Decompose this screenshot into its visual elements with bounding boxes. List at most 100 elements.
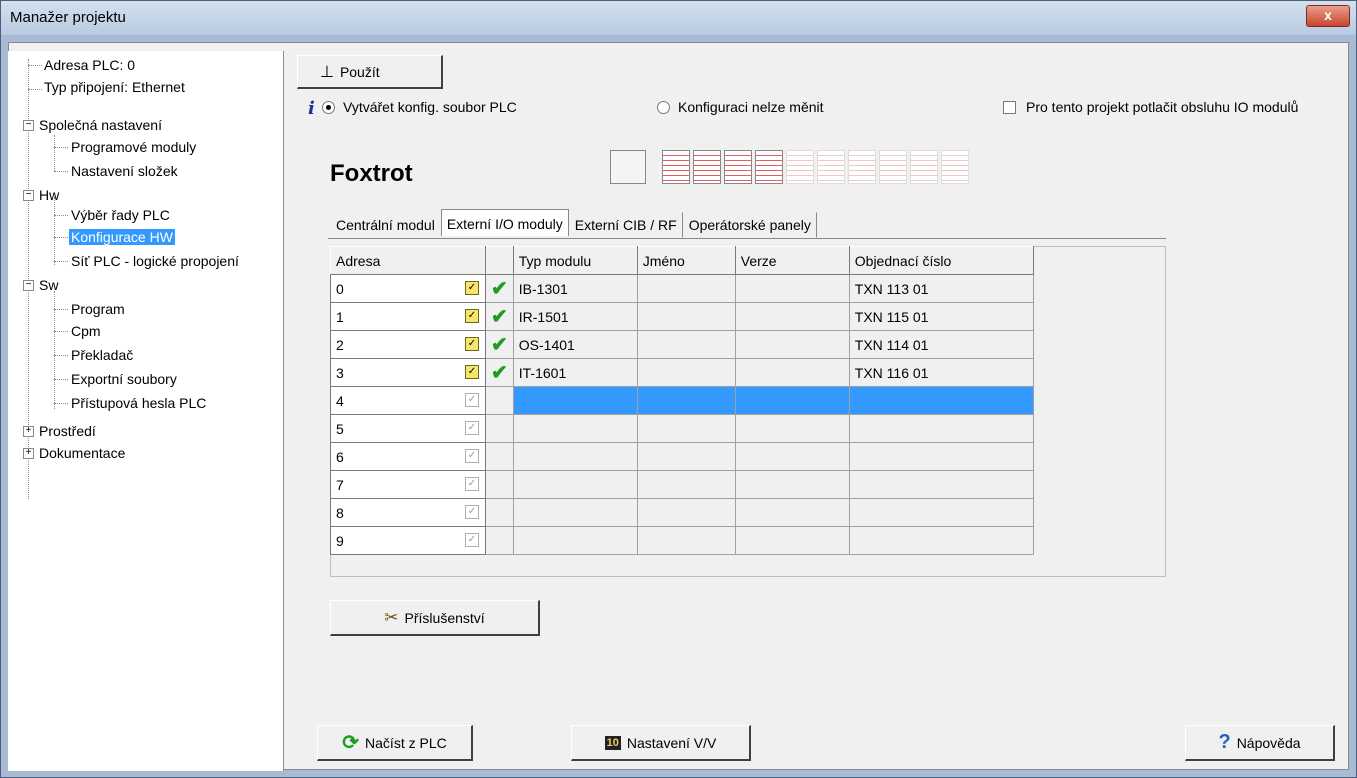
order-number-cell[interactable] xyxy=(848,386,1034,415)
status-cell[interactable] xyxy=(485,386,514,415)
tab-external-cib[interactable]: Externí CIB / RF xyxy=(569,212,683,238)
name-cell[interactable] xyxy=(636,442,736,471)
status-cell[interactable] xyxy=(485,526,514,555)
table-row[interactable]: 3 ✓ ✔ IT-1601 TXN 116 01 xyxy=(330,358,1034,387)
col-name[interactable]: Jméno xyxy=(636,246,736,275)
name-cell[interactable] xyxy=(636,330,736,359)
config-icon[interactable]: ✓ xyxy=(465,505,479,519)
col-version[interactable]: Verze xyxy=(734,246,850,275)
name-cell[interactable] xyxy=(636,526,736,555)
expand-icon[interactable]: + xyxy=(23,426,34,437)
order-number-cell[interactable]: TXN 113 01 xyxy=(848,274,1034,303)
tree-item-common-settings[interactable]: Společná nastavení xyxy=(39,115,162,135)
config-icon[interactable]: ✓ xyxy=(465,449,479,463)
name-cell[interactable] xyxy=(636,470,736,499)
address-cell[interactable]: 3 ✓ xyxy=(330,358,486,387)
tree-item-hw-config[interactable]: Konfigurace HW xyxy=(69,227,175,247)
config-icon[interactable]: ✓ xyxy=(465,337,479,351)
apply-button[interactable]: ⊥ Použít xyxy=(297,55,443,89)
order-number-cell[interactable] xyxy=(848,526,1034,555)
name-cell[interactable] xyxy=(636,274,736,303)
version-cell[interactable] xyxy=(734,470,850,499)
order-number-cell[interactable]: TXN 114 01 xyxy=(848,330,1034,359)
status-cell[interactable] xyxy=(485,498,514,527)
load-from-plc-button[interactable]: ⟳ Načíst z PLC xyxy=(317,725,473,761)
config-icon[interactable]: ✓ xyxy=(465,477,479,491)
version-cell[interactable] xyxy=(734,442,850,471)
status-cell[interactable] xyxy=(485,442,514,471)
status-cell[interactable] xyxy=(485,470,514,499)
module-type-cell[interactable] xyxy=(512,442,638,471)
order-number-cell[interactable] xyxy=(848,470,1034,499)
table-row[interactable]: 4 ✓ xyxy=(330,386,1034,415)
tree-item-compiler[interactable]: Překladač xyxy=(71,345,133,365)
table-row[interactable]: 9 ✓ xyxy=(330,526,1034,555)
version-cell[interactable] xyxy=(734,274,850,303)
collapse-icon[interactable]: − xyxy=(23,280,34,291)
address-cell[interactable]: 4 ✓ xyxy=(330,386,486,415)
name-cell[interactable] xyxy=(636,358,736,387)
name-cell[interactable] xyxy=(636,498,736,527)
radio-create-config[interactable]: Vytvářet konfig. soubor PLC xyxy=(322,99,517,115)
tree-item-connection-type[interactable]: Typ připojení: Ethernet xyxy=(44,79,185,99)
order-number-cell[interactable] xyxy=(848,414,1034,443)
status-cell[interactable]: ✔ xyxy=(485,302,514,331)
order-number-cell[interactable] xyxy=(848,498,1034,527)
config-icon[interactable]: ✓ xyxy=(465,393,479,407)
module-type-cell[interactable] xyxy=(512,498,638,527)
version-cell[interactable] xyxy=(734,526,850,555)
tree-item-program-modules[interactable]: Programové moduly xyxy=(71,137,196,157)
module-type-cell[interactable] xyxy=(512,526,638,555)
name-cell[interactable] xyxy=(636,386,736,415)
module-type-cell[interactable] xyxy=(512,386,638,415)
version-cell[interactable] xyxy=(734,498,850,527)
table-row[interactable]: 8 ✓ xyxy=(330,498,1034,527)
order-number-cell[interactable]: TXN 115 01 xyxy=(848,302,1034,331)
status-cell[interactable] xyxy=(485,414,514,443)
address-cell[interactable]: 8 ✓ xyxy=(330,498,486,527)
col-module-type[interactable]: Typ modulu xyxy=(512,246,638,275)
expand-icon[interactable]: + xyxy=(23,448,34,459)
col-order-number[interactable]: Objednací číslo xyxy=(848,246,1034,275)
version-cell[interactable] xyxy=(734,302,850,331)
tree-item-sw[interactable]: Sw xyxy=(39,275,58,295)
order-number-cell[interactable]: TXN 116 01 xyxy=(848,358,1034,387)
col-address[interactable]: Adresa xyxy=(330,246,486,275)
close-icon[interactable]: x xyxy=(1306,5,1350,27)
address-cell[interactable]: 9 ✓ xyxy=(330,526,486,555)
tree-item-export-files[interactable]: Exportní soubory xyxy=(71,369,177,389)
order-number-cell[interactable] xyxy=(848,442,1034,471)
name-cell[interactable] xyxy=(636,302,736,331)
tree-item-plc-address[interactable]: Adresa PLC: 0 xyxy=(44,55,135,75)
collapse-icon[interactable]: − xyxy=(23,190,34,201)
module-type-cell[interactable] xyxy=(512,470,638,499)
config-icon[interactable]: ✓ xyxy=(465,309,479,323)
module-type-cell[interactable]: IR-1501 xyxy=(512,302,638,331)
collapse-icon[interactable]: − xyxy=(23,120,34,131)
col-status[interactable] xyxy=(485,246,514,275)
tab-external-io[interactable]: Externí I/O moduly xyxy=(440,209,569,236)
tree-item-documentation[interactable]: Dokumentace xyxy=(39,443,125,463)
tree-item-plc-network[interactable]: Síť PLC - logické propojení xyxy=(71,251,239,271)
module-type-cell[interactable]: OS-1401 xyxy=(512,330,638,359)
version-cell[interactable] xyxy=(734,358,850,387)
version-cell[interactable] xyxy=(734,330,850,359)
address-cell[interactable]: 5 ✓ xyxy=(330,414,486,443)
address-cell[interactable]: 7 ✓ xyxy=(330,470,486,499)
table-row[interactable]: 2 ✓ ✔ OS-1401 TXN 114 01 xyxy=(330,330,1034,359)
address-cell[interactable]: 1 ✓ xyxy=(330,302,486,331)
module-type-cell[interactable]: IT-1601 xyxy=(512,358,638,387)
status-cell[interactable]: ✔ xyxy=(485,358,514,387)
table-row[interactable]: 1 ✓ ✔ IR-1501 TXN 115 01 xyxy=(330,302,1034,331)
tree-item-environment[interactable]: Prostředí xyxy=(39,421,96,441)
radio-config-locked[interactable]: Konfiguraci nelze měnit xyxy=(657,99,824,115)
tree-item-plc-passwords[interactable]: Přístupová hesla PLC xyxy=(71,393,206,413)
tab-operator-panels[interactable]: Operátorské panely xyxy=(683,212,817,238)
config-icon[interactable]: ✓ xyxy=(465,533,479,547)
tab-central-module[interactable]: Centrální modul xyxy=(330,212,441,238)
address-cell[interactable]: 2 ✓ xyxy=(330,330,486,359)
module-type-cell[interactable]: IB-1301 xyxy=(512,274,638,303)
status-cell[interactable]: ✔ xyxy=(485,330,514,359)
io-settings-button[interactable]: 10 Nastavení V/V xyxy=(571,725,751,761)
status-cell[interactable]: ✔ xyxy=(485,274,514,303)
